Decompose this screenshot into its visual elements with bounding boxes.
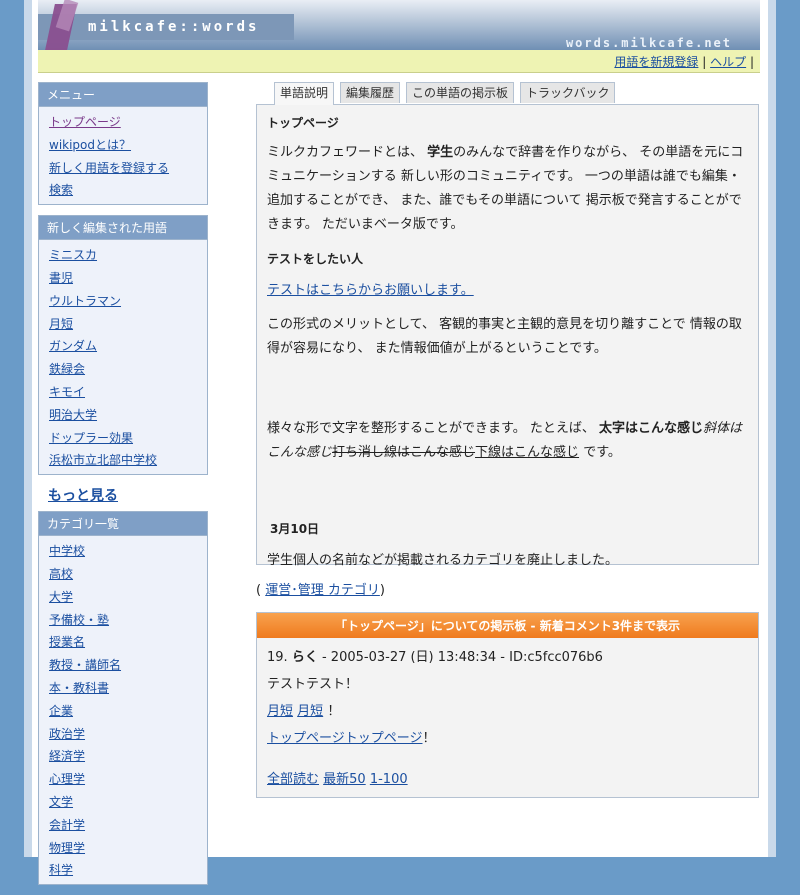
recent-term-link[interactable]: 鉄緑会 bbox=[49, 362, 85, 376]
category-link[interactable]: 教授・講師名 bbox=[49, 658, 121, 672]
recent-term-link[interactable]: 月短 bbox=[49, 317, 73, 331]
category-link[interactable]: 政治学 bbox=[49, 727, 85, 741]
board-body: 19. らく - 2005-03-27 (日) 13:48:34 - ID:c5… bbox=[257, 638, 758, 799]
recent-term-link[interactable]: ミニスカ bbox=[49, 248, 97, 262]
recent-term-link[interactable]: 明治大学 bbox=[49, 408, 97, 422]
range-1-100-link[interactable]: 1-100 bbox=[370, 772, 408, 787]
register-word-link[interactable]: 用語を新規登録 bbox=[614, 55, 698, 69]
recent-term-link[interactable]: 書児 bbox=[49, 271, 73, 285]
tab-bar: 単語説明 編集履歴 この単語の掲示板 トラックバック bbox=[256, 82, 759, 105]
sidebar: メニュー トップページ wikipodとは？ 新しく用語を登録する 検索 新しく… bbox=[38, 82, 208, 895]
test-heading: テストをしたい人 bbox=[267, 252, 364, 266]
format-text: 様々な形で文字を整形することができます。 たとえば、 bbox=[267, 421, 595, 436]
board-title: 「トップページ」についての掲示板 - 新着コメント3件まで表示 bbox=[257, 613, 758, 638]
post-author: らく bbox=[291, 650, 318, 665]
main-content: 単語説明 編集履歴 この単語の掲示板 トラックバック トップページ ミルクカフェ… bbox=[256, 82, 759, 798]
article-panel: トップページ ミルクカフェワードとは、 学生のみんなで辞書を作りながら、 その単… bbox=[256, 104, 759, 568]
recent-terms-title: 新しく編集された用語 bbox=[39, 216, 207, 241]
category-link[interactable]: 本・教科書 bbox=[49, 681, 109, 695]
recent-term-link[interactable]: ウルトラマン bbox=[49, 294, 121, 308]
paren-close: ) bbox=[379, 583, 385, 598]
intro-paragraph: ミルクカフェワードとは、 学生のみんなで辞書を作りながら、 その単語を元にコミュ… bbox=[267, 141, 748, 237]
tab-edit-history[interactable]: 編集履歴 bbox=[340, 82, 401, 103]
category-link[interactable]: 高校 bbox=[49, 567, 73, 581]
format-end: です。 bbox=[583, 445, 621, 460]
category-link[interactable]: 会計学 bbox=[49, 818, 85, 832]
category-link[interactable]: 心理学 bbox=[49, 772, 85, 786]
tab-board[interactable]: この単語の掲示板 bbox=[406, 82, 515, 103]
post-exclaim: ！ bbox=[327, 704, 341, 719]
post-link[interactable]: トップページトップページ bbox=[267, 731, 422, 746]
tab-trackback[interactable]: トラックバック bbox=[520, 82, 616, 103]
menu-title: メニュー bbox=[39, 83, 207, 107]
category-link[interactable]: 大学 bbox=[49, 590, 73, 604]
top-links: 用語を新規登録 | ヘルプ | bbox=[614, 53, 754, 70]
site-url: words.milkcafe.net bbox=[565, 36, 732, 50]
category-link[interactable]: 物理学 bbox=[49, 841, 85, 855]
merit-paragraph: この形式のメリットとして、 客観的事実と主観的意見を切り離すことで 情報の取得が… bbox=[267, 317, 742, 356]
category-link[interactable]: 科学 bbox=[49, 863, 73, 877]
category-link[interactable]: 文学 bbox=[49, 795, 73, 809]
intro-bold-text: 学生 bbox=[427, 145, 454, 160]
strike-example: 打ち消し線はこんな感じ bbox=[332, 445, 476, 460]
intro-text: ミルクカフェワードとは、 bbox=[267, 145, 424, 160]
top-links-bar: 用語を新規登録 | ヘルプ | bbox=[38, 50, 760, 73]
post-header: 19. らく - 2005-03-27 (日) 13:48:34 - ID:c5… bbox=[267, 644, 748, 671]
page: milkcafe::words words.milkcafe.net 用語を新規… bbox=[24, 0, 776, 886]
sidebar-item-top-page[interactable]: トップページ bbox=[49, 115, 121, 129]
sidebar-item-search[interactable]: 検索 bbox=[49, 183, 73, 197]
tab-description[interactable]: 単語説明 bbox=[274, 82, 335, 105]
board-nav: 全部読む 最新50 1-100 bbox=[267, 766, 748, 793]
recent-term-link[interactable]: 浜松市立北部中学校 bbox=[49, 453, 157, 467]
post-link[interactable]: 月短 bbox=[267, 704, 293, 719]
sidebar-item-about[interactable]: wikipodとは？ bbox=[49, 138, 131, 152]
read-all-link[interactable]: 全部読む bbox=[267, 772, 319, 787]
post-link[interactable]: 月短 bbox=[297, 704, 323, 719]
site-header: milkcafe::words words.milkcafe.net bbox=[38, 0, 760, 50]
post-links-line: 月短 月短 ！ bbox=[267, 698, 748, 725]
menu-box: メニュー トップページ wikipodとは？ 新しく用語を登録する 検索 bbox=[38, 82, 208, 206]
category-link[interactable]: 予備校・塾 bbox=[49, 613, 109, 627]
category-link[interactable]: 企業 bbox=[49, 704, 73, 718]
more-link[interactable]: もっと見る bbox=[38, 481, 208, 511]
format-paragraph: 様々な形で文字を整形することができます。 たとえば、 太字はこんな感じ斜体はこん… bbox=[267, 417, 748, 465]
site-logo[interactable]: milkcafe::words bbox=[88, 19, 259, 35]
bold-example: 太字はこんな感じ bbox=[598, 421, 703, 436]
post-links-line: トップページトップページ！ bbox=[267, 725, 748, 752]
post-meta: - 2005-03-27 (日) 13:48:34 - ID:c5fcc076b… bbox=[321, 650, 603, 665]
paren-open: ( bbox=[256, 583, 262, 598]
post-exclaim: ！ bbox=[422, 731, 436, 746]
underline-example: 下線はこんな感じ bbox=[475, 445, 580, 460]
category-link[interactable]: 経済学 bbox=[49, 749, 85, 763]
separator: | bbox=[749, 55, 754, 69]
page-title: トップページ bbox=[267, 116, 339, 130]
latest-50-link[interactable]: 最新50 bbox=[323, 772, 366, 787]
category-line: ( 運営･管理 カテゴリ) bbox=[256, 579, 759, 598]
date-heading: 3月10日 bbox=[270, 522, 320, 536]
category-link[interactable]: 授業名 bbox=[49, 635, 85, 649]
categories-box: カテゴリ一覧 中学校 高校 大学 予備校・塾 授業名 教授・講師名 本・教科書 … bbox=[38, 511, 208, 886]
test-link[interactable]: テストはこちらからお願いします。 bbox=[267, 283, 474, 298]
notice-paragraph: 学生個人の名前などが掲載されるカテゴリを廃止しました。 bbox=[267, 553, 619, 568]
post-text: テストテスト！ bbox=[267, 677, 359, 692]
category-link[interactable]: 中学校 bbox=[49, 544, 85, 558]
recent-term-link[interactable]: キモイ bbox=[49, 385, 85, 399]
post-number: 19. bbox=[267, 650, 288, 665]
board-panel: 「トップページ」についての掲示板 - 新着コメント3件まで表示 19. らく -… bbox=[256, 612, 759, 798]
recent-term-link[interactable]: ガンダム bbox=[49, 339, 97, 353]
help-link[interactable]: ヘルプ bbox=[710, 55, 746, 69]
recent-terms-box: 新しく編集された用語 ミニスカ 書児 ウルトラマン 月短 ガンダム 鉄緑会 キモ… bbox=[38, 215, 208, 476]
sidebar-item-register[interactable]: 新しく用語を登録する bbox=[49, 161, 169, 175]
categories-title: カテゴリ一覧 bbox=[39, 512, 207, 537]
category-link-admin[interactable]: 運営･管理 カテゴリ bbox=[265, 583, 380, 598]
separator: | bbox=[702, 55, 707, 69]
recent-term-link[interactable]: ドップラー効果 bbox=[49, 431, 133, 445]
